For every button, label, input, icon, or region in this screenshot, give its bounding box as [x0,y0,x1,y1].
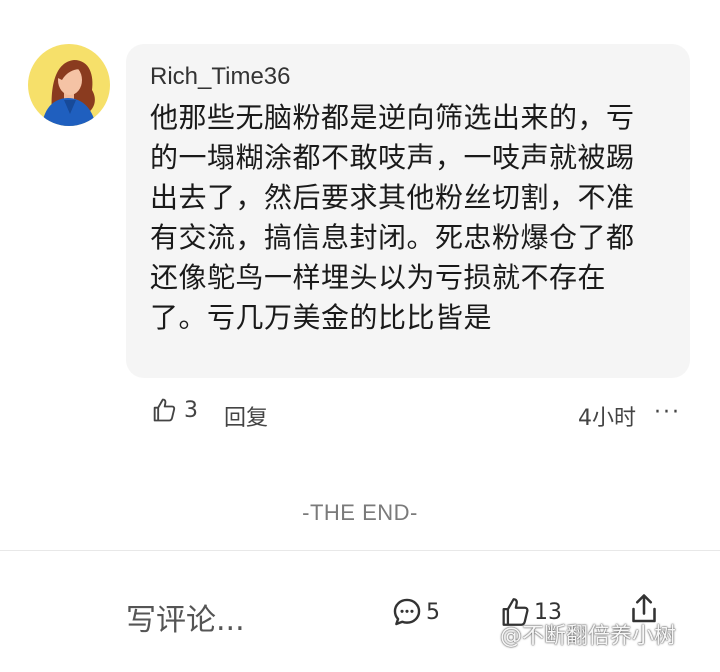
comments-count: 5 [426,599,440,625]
comment-bubble: Rich_Time36 他那些无脑粉都是逆向筛选出来的，亏 的一塌糊涂都不敢吱声… [126,44,690,378]
comment-text: 他那些无脑粉都是逆向筛选出来的，亏 的一塌糊涂都不敢吱声，一吱声就被踢 出去了，… [150,101,635,334]
bottom-bar: 写评论... 5 13 [0,551,720,672]
comment-timestamp: 4小时 [578,406,636,431]
watermark-text: @不断翻倍养小树 [500,624,677,649]
more-options-button[interactable]: ··· [654,400,681,425]
avatar-illustration [42,60,96,126]
comment-username[interactable]: Rich_Time36 [150,62,668,92]
end-marker: -THE END- [302,500,418,525]
comment-actions: 3 回复 4小时 ··· [150,396,690,432]
avatar[interactable] [28,44,110,126]
comment-like-button[interactable]: 3 [150,396,198,424]
write-comment-input[interactable]: 写评论... [126,595,245,639]
reply-button[interactable]: 回复 [224,400,268,432]
thumbs-up-icon [153,398,176,422]
comments-button[interactable]: 5 [390,595,440,629]
comment-like-count: 3 [184,397,198,423]
comment-bubble-icon [393,598,421,626]
